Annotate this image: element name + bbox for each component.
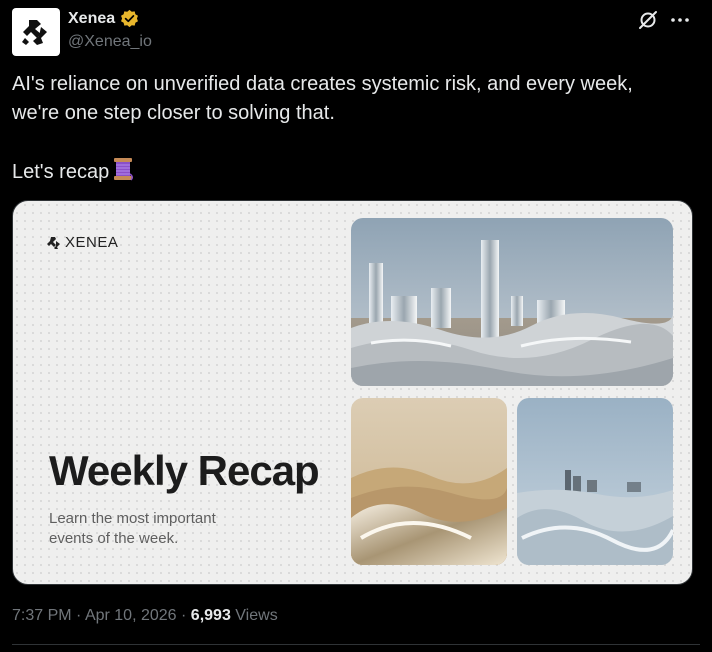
tweet-time[interactable]: 7:37 PM: [12, 607, 72, 624]
card-image-skyline: [517, 398, 673, 565]
tweet-line-recap: Let's recap: [12, 157, 692, 190]
thread-spool-icon: [113, 157, 134, 190]
more-icon[interactable]: [669, 9, 691, 31]
author-name-row: Xenea: [68, 9, 139, 28]
grok-icon[interactable]: [637, 9, 659, 31]
card-image-dunes: [351, 398, 507, 565]
card-brand-text: XENEA: [65, 234, 119, 251]
tweet-text: AI's reliance on unverified data creates…: [12, 70, 692, 190]
views-count: 6,993: [190, 607, 231, 624]
tweet-date[interactable]: Apr 10, 2026: [85, 607, 177, 624]
tweet-recap-text: Let's recap: [12, 161, 110, 183]
meta-separator: ·: [76, 607, 82, 624]
tweet-line: AI's reliance on unverified data creates…: [12, 73, 633, 95]
tweet-meta: 7:37 PM · Apr 10, 2026 · 6,993 Views: [12, 607, 278, 625]
tweet-line: we're one step closer to solving that.: [12, 102, 335, 124]
author-display-name[interactable]: Xenea: [68, 10, 115, 28]
author-handle[interactable]: @Xenea_io: [68, 33, 152, 51]
card-image-city: [351, 218, 673, 386]
xenea-logo-icon: [47, 236, 60, 249]
verified-badge-icon[interactable]: [120, 9, 139, 28]
card-subtitle: Learn the most important events of the w…: [49, 510, 216, 547]
avatar[interactable]: [12, 8, 60, 56]
meta-separator: ·: [181, 607, 187, 624]
card-title: Weekly Recap: [49, 447, 320, 494]
xenea-logo-icon: [22, 20, 47, 45]
divider: [12, 644, 700, 645]
card-brand: XENEA: [47, 234, 118, 251]
media-card[interactable]: XENEA Weekly Recap Learn the most import…: [12, 200, 693, 585]
views-label: Views: [235, 607, 278, 624]
